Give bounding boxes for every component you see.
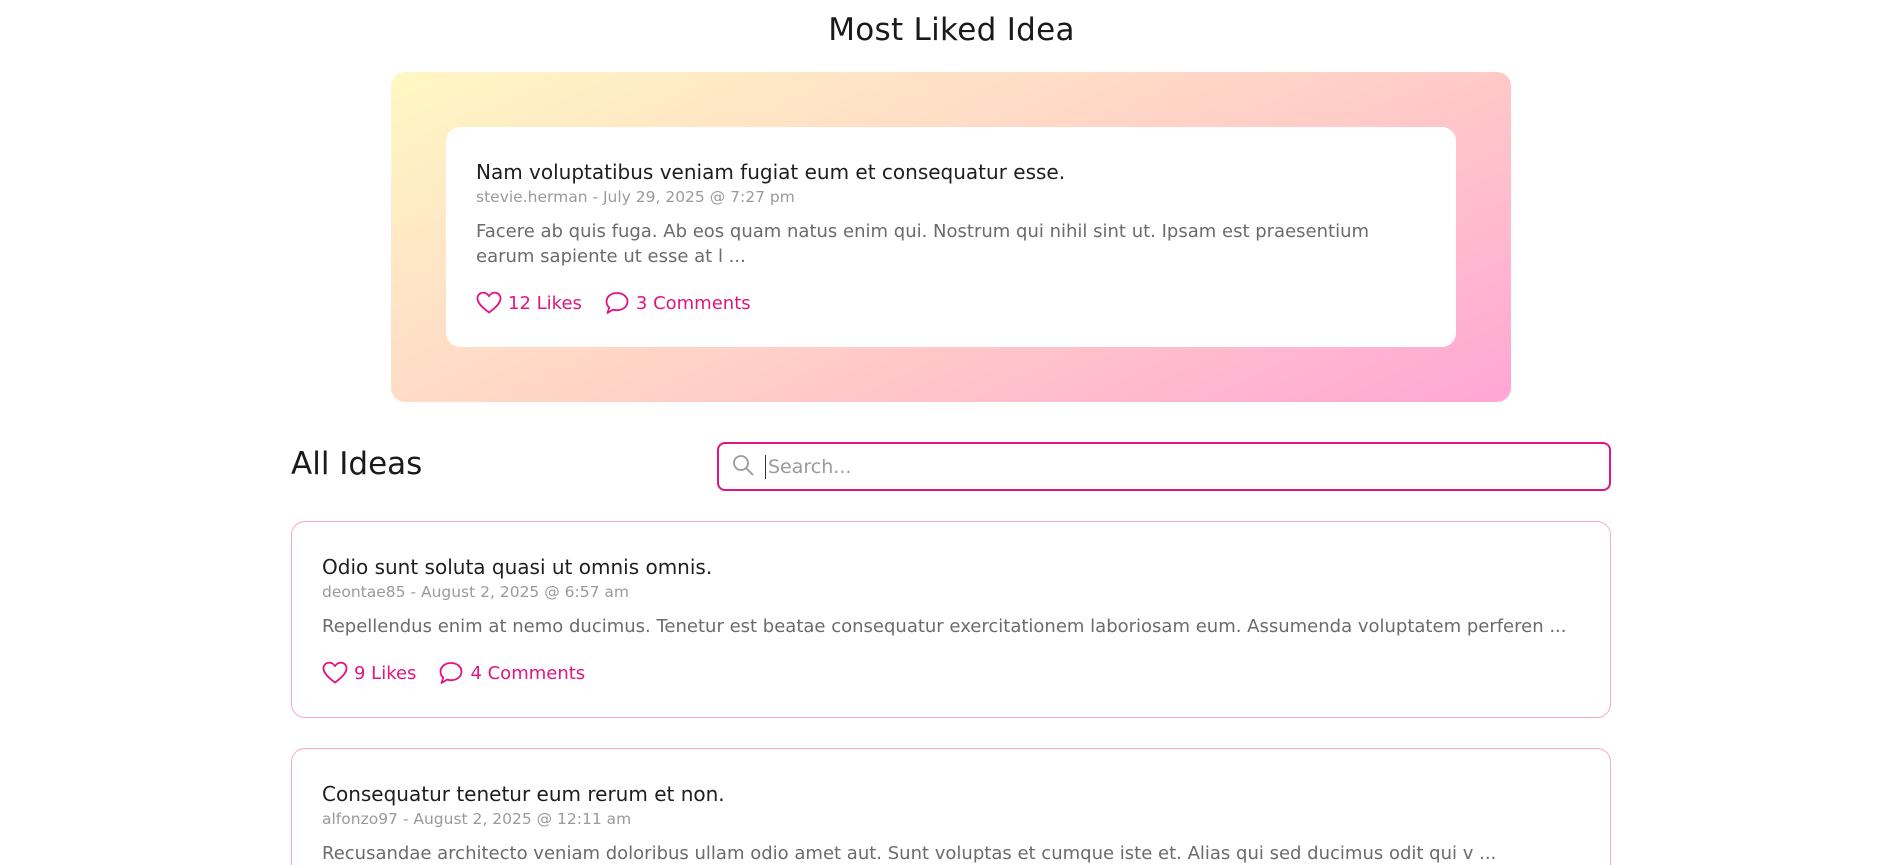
comments-button[interactable]: 3 Comments <box>604 291 751 315</box>
search-icon <box>731 453 755 481</box>
featured-idea-panel: Nam voluptatibus veniam fugiat eum et co… <box>391 72 1511 402</box>
idea-meta: deontae85 - August 2, 2025 @ 6:57 am <box>322 583 629 601</box>
like-button[interactable]: 9 Likes <box>322 661 416 685</box>
idea-actions: 9 Likes 4 Comments <box>322 661 1580 685</box>
speech-bubble-icon <box>438 661 464 685</box>
comments-count: 4 Comments <box>470 662 586 684</box>
idea-excerpt: Recusandae architecto veniam doloribus u… <box>322 843 1497 864</box>
most-liked-heading: Most Liked Idea <box>828 12 1075 48</box>
all-ideas-heading: All Ideas <box>291 446 423 482</box>
idea-actions: 12 Likes 3 Comments <box>476 291 1426 315</box>
idea-meta: alfonzo97 - August 2, 2025 @ 12:11 am <box>322 810 632 828</box>
idea-title[interactable]: Odio sunt soluta quasi ut omnis omnis. <box>322 554 1580 580</box>
search-bar[interactable] <box>717 442 1611 491</box>
idea-excerpt: Repellendus enim at nemo ducimus. Tenetu… <box>322 616 1567 637</box>
idea-card[interactable]: Odio sunt soluta quasi ut omnis omnis. d… <box>291 521 1611 718</box>
idea-excerpt: Facere ab quis fuga. Ab eos quam natus e… <box>476 221 1370 267</box>
likes-count: 12 Likes <box>508 292 582 314</box>
page: Most Liked Idea Nam voluptatibus veniam … <box>0 0 1903 865</box>
like-button[interactable]: 12 Likes <box>476 291 582 315</box>
heart-icon <box>476 291 502 315</box>
idea-meta: stevie.herman - July 29, 2025 @ 7:27 pm <box>476 188 795 206</box>
idea-title[interactable]: Nam voluptatibus veniam fugiat eum et co… <box>476 159 1426 185</box>
idea-title[interactable]: Consequatur tenetur eum rerum et non. <box>322 781 1580 807</box>
comments-count: 3 Comments <box>635 292 751 314</box>
idea-card[interactable]: Consequatur tenetur eum rerum et non. al… <box>291 748 1611 865</box>
search-input[interactable] <box>765 454 1590 479</box>
heart-icon <box>322 661 348 685</box>
featured-idea-card[interactable]: Nam voluptatibus veniam fugiat eum et co… <box>446 127 1456 347</box>
likes-count: 9 Likes <box>354 662 417 684</box>
speech-bubble-icon <box>604 291 630 315</box>
comments-button[interactable]: 4 Comments <box>438 661 585 685</box>
